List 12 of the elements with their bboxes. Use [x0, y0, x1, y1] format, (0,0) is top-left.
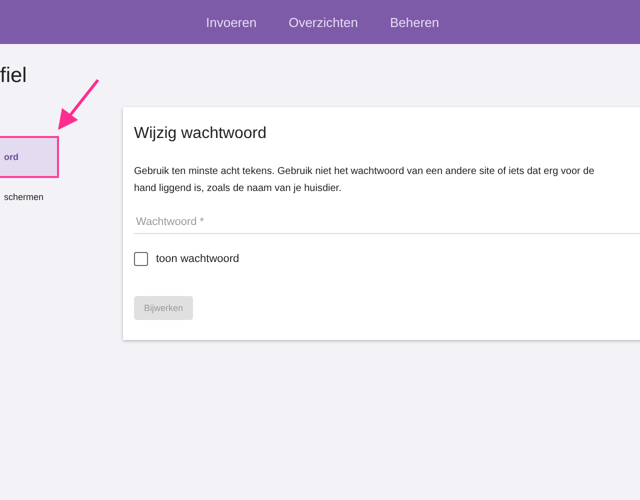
arrow-icon [58, 78, 102, 132]
card-title: Wijzig wachtwoord [134, 125, 268, 143]
nav-link[interactable]: Overzichten [288, 14, 358, 30]
page-title: fiel [0, 64, 28, 88]
checkbox-label: toon wachtwoord [156, 253, 240, 265]
sidebar-item[interactable]: schermen [0, 178, 52, 216]
nav-link[interactable]: Beheren [390, 14, 440, 30]
description-text: Gebruik ten minste acht tekens. Gebruik niet het wachtwoord van een andere site of iets dat erg voor de hand liggend is, zoals de naam van je huisdier. [134, 165, 596, 196]
password-field[interactable]: Wachtwoord * [134, 211, 640, 234]
sidebar-item[interactable]: ord [0, 136, 59, 178]
nav-link[interactable]: Invoeren [206, 14, 257, 30]
checkbox[interactable] [134, 252, 148, 266]
